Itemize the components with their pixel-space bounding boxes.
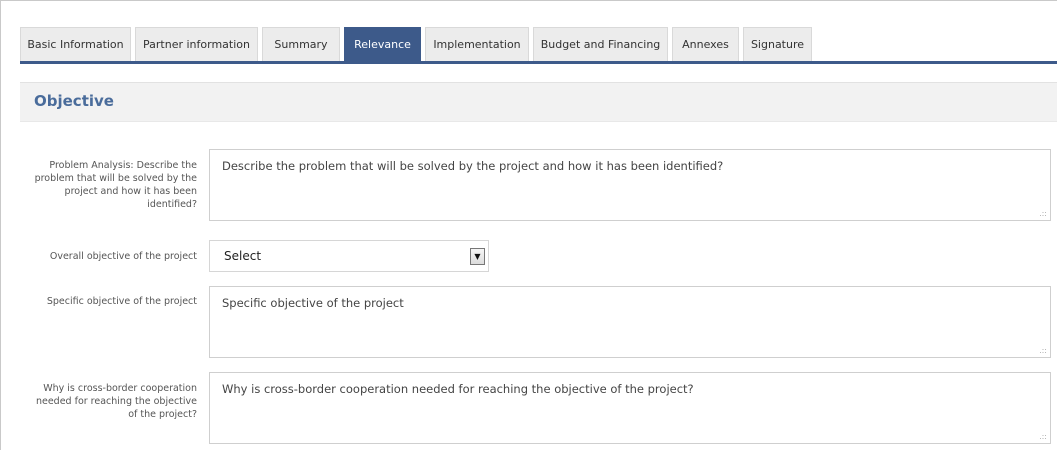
problem-analysis-textarea[interactable]: Describe the problem that will be solved… <box>209 149 1051 221</box>
dropdown-arrow-icon[interactable]: ▼ <box>470 248 485 265</box>
specific-objective-textarea[interactable]: Specific objective of the project .:: <box>209 286 1051 358</box>
section-header: Objective <box>20 82 1057 122</box>
tab-basic-information[interactable]: Basic Information <box>20 27 131 61</box>
resize-grip-icon[interactable]: .:: <box>1039 210 1047 218</box>
overall-objective-label: Overall objective of the project <box>49 251 197 262</box>
tab-implementation[interactable]: Implementation <box>425 27 529 61</box>
tab-annexes[interactable]: Annexes <box>672 27 739 61</box>
problem-analysis-label: Problem Analysis: Describe the problem t… <box>34 160 197 210</box>
cross-border-label: Why is cross-border cooperation needed f… <box>35 383 197 420</box>
section-title: Objective <box>34 92 114 110</box>
overall-objective-selected-value: Select <box>224 249 262 263</box>
resize-grip-icon[interactable]: .:: <box>1039 347 1047 355</box>
tab-partner-information[interactable]: Partner information <box>135 27 258 61</box>
specific-objective-label: Specific objective of the project <box>46 296 197 307</box>
tab-summary[interactable]: Summary <box>262 27 340 61</box>
tab-bar: Basic Information Partner information Su… <box>20 25 1057 64</box>
overall-objective-select[interactable]: Select ▼ <box>209 240 489 272</box>
form-frame: Basic Information Partner information Su… <box>0 0 1057 450</box>
tab-relevance[interactable]: Relevance <box>344 27 421 61</box>
tab-signature[interactable]: Signature <box>743 27 812 61</box>
resize-grip-icon[interactable]: .:: <box>1039 433 1047 441</box>
cross-border-placeholder: Why is cross-border cooperation needed f… <box>222 382 694 396</box>
cross-border-textarea[interactable]: Why is cross-border cooperation needed f… <box>209 372 1051 444</box>
tab-budget-and-financing[interactable]: Budget and Financing <box>533 27 668 61</box>
problem-analysis-placeholder: Describe the problem that will be solved… <box>222 159 724 173</box>
specific-objective-placeholder: Specific objective of the project <box>222 296 404 310</box>
